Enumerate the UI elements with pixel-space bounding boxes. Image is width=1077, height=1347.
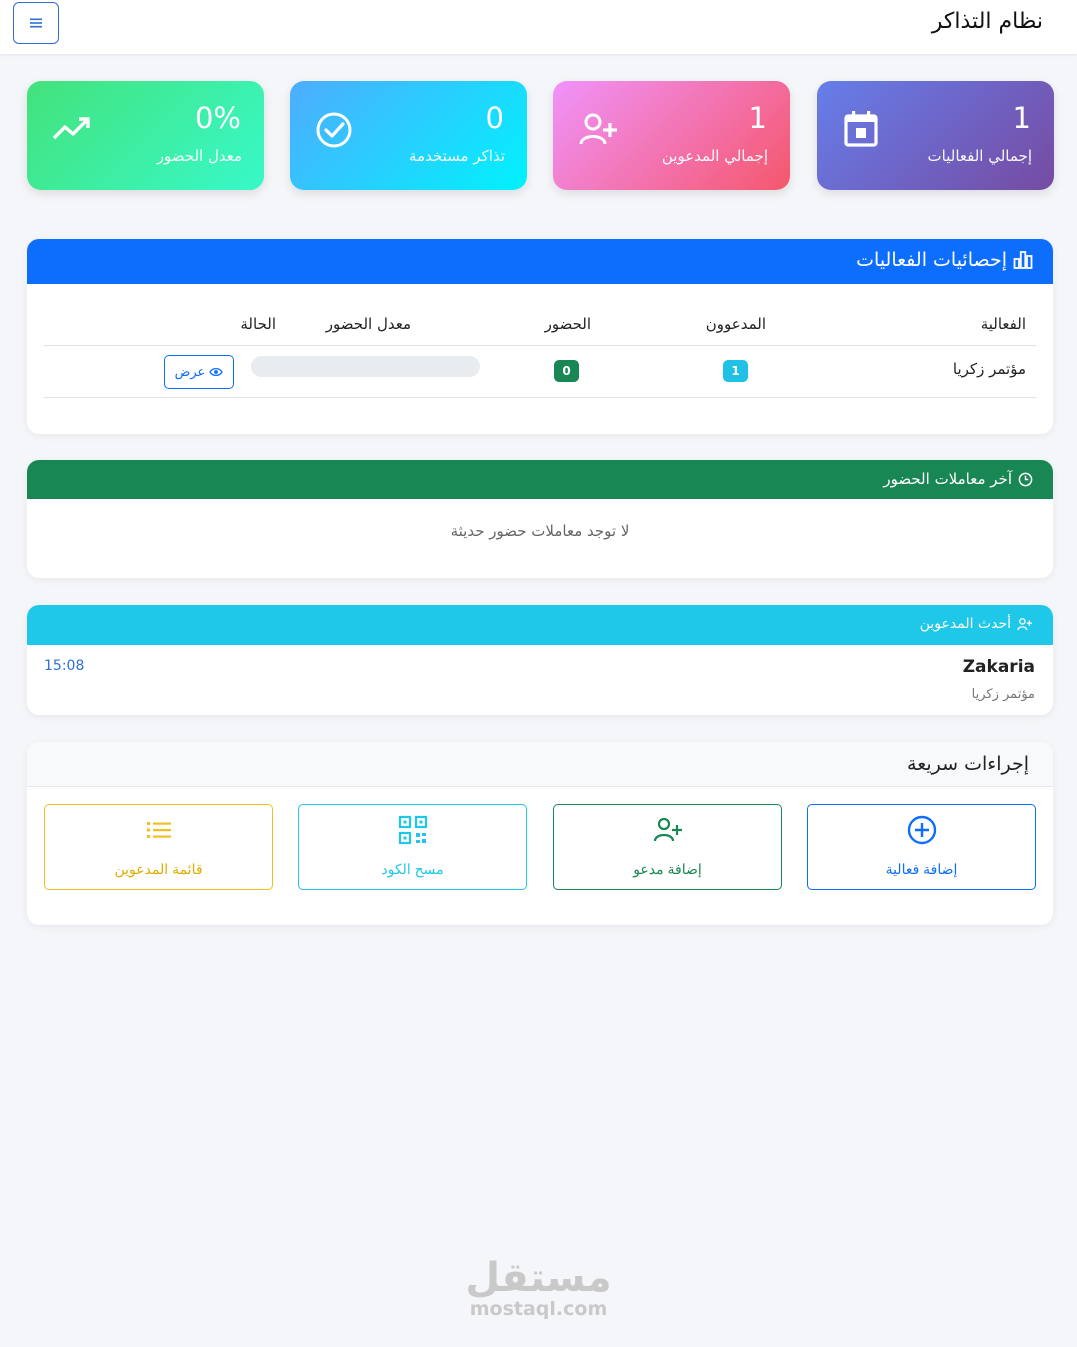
quick-action-label: إضافة فعالية xyxy=(885,861,958,877)
stat-value: 1 xyxy=(748,101,767,135)
stat-label: إجمالي المدعوين xyxy=(661,147,768,165)
watermark-latin: mostaql.com xyxy=(469,1298,608,1320)
qr-code-icon xyxy=(398,815,427,845)
stat-card-attendance-rate: 0% معدل الحضور xyxy=(27,81,264,190)
quick-actions-card: إجراءات سريعة إضافة فعالية إضافة مدعو مس… xyxy=(27,742,1053,925)
latest-invitees-card: أحدث المدعوين Zakaria مؤتمر زكريا 15:08 xyxy=(27,605,1053,715)
watermark-arabic: مستقل xyxy=(465,1255,612,1301)
bar-chart-icon xyxy=(1013,251,1033,269)
view-button-label: عرض xyxy=(174,364,206,379)
check-circle-icon xyxy=(316,112,352,148)
table-header: الفعالية المدعوون الحضور معدل الحضور الح… xyxy=(44,301,1036,346)
column-header: الفعالية xyxy=(980,315,1026,333)
table-row: مؤتمر زكريا 1 0 عرض xyxy=(44,346,1036,398)
quick-action-label: قائمة المدعوين xyxy=(114,861,203,877)
hamburger-icon xyxy=(30,18,42,28)
trending-up-icon xyxy=(53,117,90,140)
column-header: الحالة xyxy=(240,315,276,333)
add-invitee-button[interactable]: إضافة مدعو xyxy=(553,804,782,890)
attendance-count-badge: 0 xyxy=(554,360,579,382)
user-plus-icon xyxy=(653,817,682,842)
eye-icon xyxy=(209,367,224,377)
quick-actions-header: إجراءات سريعة xyxy=(27,742,1053,787)
quick-action-label: إضافة مدعو xyxy=(633,861,702,877)
stat-label: إجمالي الفعاليات xyxy=(927,147,1032,165)
quick-action-label: مسح الكود xyxy=(381,861,444,877)
card-title: آخر معاملات الحضور xyxy=(883,470,1012,488)
user-plus-icon xyxy=(579,113,617,145)
scan-code-button[interactable]: مسح الكود xyxy=(298,804,527,890)
invitees-count-badge: 1 xyxy=(723,360,748,382)
add-event-button[interactable]: إضافة فعالية xyxy=(807,804,1036,890)
events-statistics-header: إحصائيات الفعاليات xyxy=(27,239,1053,284)
column-header: معدل الحضور xyxy=(325,315,411,333)
stat-card-total-events: 1 إجمالي الفعاليات xyxy=(817,81,1054,190)
column-header: الحضور xyxy=(544,315,591,333)
events-statistics-card: إحصائيات الفعاليات الفعالية المدعوون الح… xyxy=(27,239,1053,434)
column-header: المدعوون xyxy=(705,315,766,333)
invitees-list-button[interactable]: قائمة المدعوين xyxy=(44,804,273,890)
user-plus-icon xyxy=(1017,618,1032,631)
top-navbar: نظام التذاكر xyxy=(0,0,1077,54)
calendar-icon xyxy=(844,111,878,147)
plus-circle-icon xyxy=(907,815,936,845)
stat-value: 1 xyxy=(1012,101,1031,135)
watermark: مستقل mostaql.com xyxy=(0,1258,1077,1320)
list-icon xyxy=(146,822,171,838)
card-title: إجراءات سريعة xyxy=(907,753,1029,775)
clock-icon xyxy=(1018,472,1033,486)
stat-value: 0 xyxy=(485,101,504,135)
attendance-transactions-header: آخر معاملات الحضور xyxy=(27,460,1053,499)
stat-card-total-invitees: 1 إجمالي المدعوين xyxy=(553,81,790,190)
attendance-transactions-card: آخر معاملات الحضور لا توجد معاملات حضور … xyxy=(27,460,1053,578)
card-title: إحصائيات الفعاليات xyxy=(856,249,1007,271)
card-title: أحدث المدعوين xyxy=(919,616,1011,632)
stat-label: تذاكر مستخدمة xyxy=(409,147,505,165)
stat-value: 0% xyxy=(194,101,241,135)
invitee-time: 15:08 xyxy=(44,658,85,674)
app-title[interactable]: نظام التذاكر xyxy=(932,9,1043,34)
stat-card-used-tickets: 0 تذاكر مستخدمة xyxy=(290,81,527,190)
invitee-name[interactable]: Zakaria xyxy=(963,657,1035,677)
stat-label: معدل الحضور xyxy=(156,147,242,165)
empty-state-message: لا توجد معاملات حضور حديثة xyxy=(450,522,630,540)
invitee-event: مؤتمر زكريا xyxy=(971,687,1035,702)
attendance-progress-bar xyxy=(251,356,480,377)
view-event-button[interactable]: عرض xyxy=(164,355,234,389)
event-name[interactable]: مؤتمر زكريا xyxy=(953,360,1026,378)
menu-toggle-button[interactable] xyxy=(13,2,59,44)
latest-invitees-header: أحدث المدعوين xyxy=(27,605,1053,645)
